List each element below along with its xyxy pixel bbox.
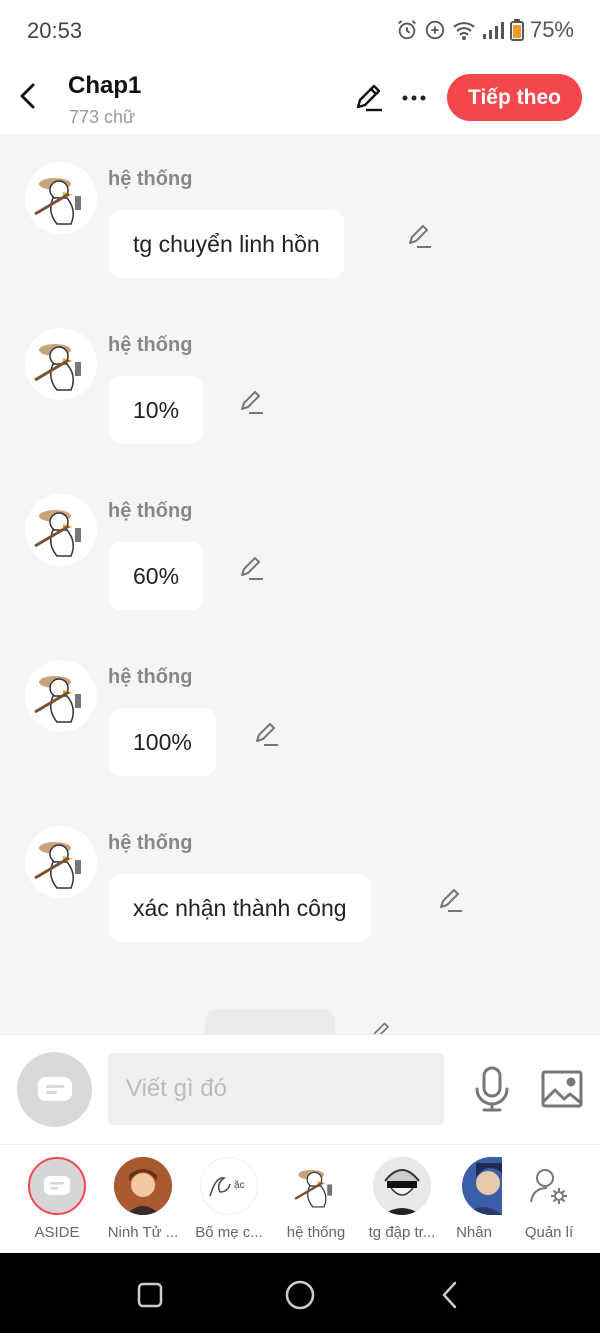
sender-name: hệ thống [108,500,193,522]
character-name: Nhân [456,1224,492,1241]
chevron-left-icon [442,1281,457,1309]
character-name: Ninh Tử ... [107,1224,179,1241]
pencil-icon [440,889,462,912]
chevron-left-icon [20,83,35,109]
edit-message-button[interactable] [238,388,266,416]
character-avatar [520,1157,578,1215]
battery-icon [509,19,524,41]
system-back-button[interactable] [430,1275,470,1315]
avatar[interactable] [25,162,97,234]
avatar[interactable] [25,494,97,566]
user-settings-icon [530,1169,567,1204]
character-avatar [28,1157,86,1215]
character-item[interactable]: tg đập tr... [359,1157,445,1241]
character-avatar [287,1157,345,1215]
message-bubble[interactable]: 60% [109,542,204,610]
battery-percent: 75% [529,17,574,42]
character-name: hệ thống [286,1224,346,1241]
message-input[interactable] [108,1053,444,1125]
goose-avatar-icon [34,842,81,889]
sender-name: hệ thống [108,168,193,190]
portrait-icon [373,1157,431,1215]
pencil-icon [241,557,263,580]
character-bar[interactable]: ASIDE Ninh Tử ... ặc Bố mẹ c... hệ thống… [0,1144,600,1253]
manage-characters-button[interactable]: Quản lí [506,1157,592,1241]
message-bubble[interactable]: 100% [109,708,216,776]
character-avatar [114,1157,172,1215]
edit-message-button[interactable] [253,720,281,748]
header: Chap1 773 chữ Tiếp theo [0,62,600,134]
status-time: 20:53 [27,18,83,43]
message-bubble[interactable]: tg chuyển linh hồn [109,210,344,278]
character-name: Quản lí [524,1224,574,1241]
recents-icon [137,1282,163,1308]
character-item[interactable]: Nhân [446,1157,502,1241]
back-button[interactable] [10,76,46,116]
character-name: ASIDE [34,1224,80,1241]
goose-avatar-icon [34,510,81,557]
character-avatar [373,1157,431,1215]
alarm-icon [396,19,418,41]
aside-toggle-button[interactable] [17,1052,92,1127]
svg-text:ặc: ặc [234,1180,245,1191]
home-circle-icon [285,1280,315,1310]
word-count: 773 chữ [69,107,136,127]
character-avatar: ặc [200,1157,258,1215]
wifi-icon [452,20,476,40]
character-item[interactable]: ặc Bố mẹ c... [186,1157,272,1241]
page-title: Chap1 [68,72,142,99]
character-avatar [462,1157,502,1215]
handwriting-icon: ặc [209,1177,245,1197]
chat-bubble-icon [37,1076,72,1101]
chat-bubble-icon [44,1176,70,1195]
more-dots-icon [402,95,426,101]
pencil-icon [256,723,278,746]
sender-name: hệ thống [108,832,193,854]
insert-image-button[interactable] [541,1069,583,1109]
character-name: tg đập tr... [368,1224,436,1241]
recents-button[interactable] [130,1275,170,1315]
avatar[interactable] [25,660,97,732]
next-chapter-button[interactable]: Tiếp theo [447,74,582,121]
edit-message-button[interactable] [238,554,266,582]
edit-message-button[interactable] [406,222,434,250]
character-name: Bố mẹ c... [195,1224,263,1241]
edit-message-button[interactable] [437,886,465,914]
goose-avatar-icon [34,178,81,225]
image-icon [541,1070,583,1108]
character-item[interactable]: hệ thống [273,1157,359,1241]
character-item[interactable]: Ninh Tử ... [100,1157,186,1241]
voice-input-button[interactable] [472,1065,512,1113]
status-icons: 75% [396,17,574,43]
pencil-icon [356,84,382,112]
pencil-icon [409,225,431,248]
message-bubble[interactable]: 10% [109,376,204,444]
sender-name: hệ thống [108,334,193,356]
goose-avatar-icon [294,1169,333,1208]
more-options-button[interactable] [398,80,430,116]
sender-name: hệ thống [108,666,193,688]
pencil-icon [373,1022,389,1034]
microphone-icon [475,1066,509,1112]
edit-message-button[interactable] [370,1020,394,1034]
message-bubble[interactable]: xác nhận thành công [109,874,371,942]
system-nav-bar [0,1253,600,1333]
character-aside[interactable]: ASIDE [14,1157,100,1241]
pencil-icon [241,391,263,414]
home-button[interactable] [280,1275,320,1315]
signal-icon [482,20,504,40]
composer [0,1034,600,1144]
avatar[interactable] [25,826,97,898]
message-bubble-partial[interactable] [205,1009,335,1034]
goose-avatar-icon [34,344,81,391]
message-list[interactable]: hệ thống tg chuyển linh hồn hệ thống 10%… [0,134,600,1034]
edit-title-button[interactable] [352,80,388,116]
goose-avatar-icon [34,676,81,723]
avatar[interactable] [25,328,97,400]
portrait-icon [114,1157,172,1215]
data-saver-icon [424,19,446,41]
status-bar: 20:53 75% [0,0,600,62]
portrait-icon [462,1157,502,1215]
